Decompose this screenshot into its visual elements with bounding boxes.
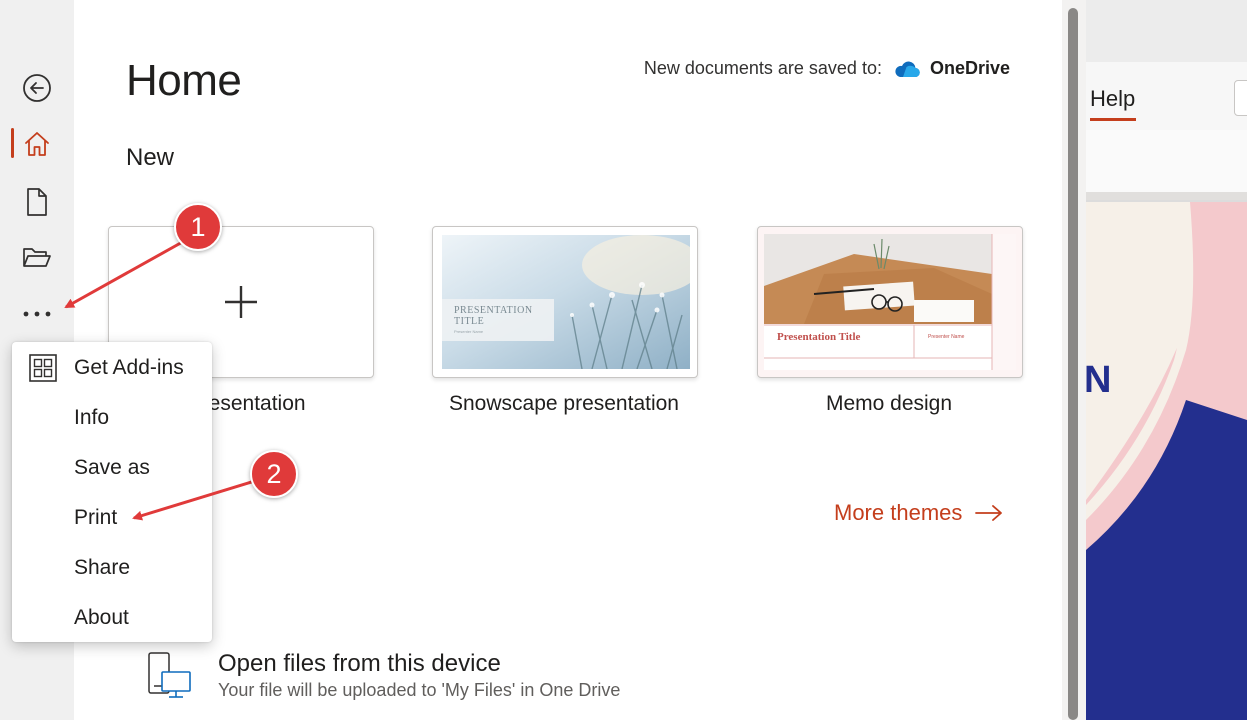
vertical-scrollbar[interactable] xyxy=(1062,0,1086,720)
plus-icon xyxy=(225,286,257,318)
more-themes-label: More themes xyxy=(834,500,963,525)
save-location-label: New documents are saved to: xyxy=(643,58,882,78)
more-themes-link[interactable]: More themes xyxy=(834,500,1004,526)
open-device-title: Open files from this device xyxy=(218,650,501,677)
home-button[interactable] xyxy=(14,124,60,164)
snowscape-thumb-title: PRESENTATION TITLE xyxy=(454,305,533,327)
menu-item-about[interactable]: About xyxy=(12,595,212,641)
annotation-marker-2: 2 xyxy=(250,450,298,498)
new-document-icon xyxy=(27,188,47,216)
memo-template-label[interactable]: Memo design xyxy=(739,392,1039,416)
device-upload-icon xyxy=(148,652,191,698)
background-app-window: Help N xyxy=(1086,0,1247,720)
save-location-service[interactable]: OneDrive xyxy=(930,58,1010,79)
svg-text:N: N xyxy=(1086,359,1111,401)
home-icon xyxy=(25,132,49,156)
new-button[interactable] xyxy=(14,182,60,222)
back-arrow-icon xyxy=(23,74,51,102)
menu-item-get-add-ins[interactable]: Get Add-ins xyxy=(12,345,212,391)
add-ins-grid-icon xyxy=(29,354,57,382)
menu-item-info[interactable]: Info xyxy=(12,395,212,441)
menu-item-label: Share xyxy=(74,556,131,579)
background-ribbon xyxy=(1086,130,1247,193)
background-titlebar xyxy=(1086,0,1247,62)
home-panel: Home New documents are saved to: OneDriv… xyxy=(74,0,1062,720)
folder-open-icon xyxy=(23,248,51,267)
ribbon-search-box[interactable] xyxy=(1234,80,1247,116)
onedrive-cloud-icon xyxy=(895,61,920,77)
menu-item-label: Save as xyxy=(74,456,150,479)
snowscape-thumb-subtitle: Presenter Name xyxy=(454,329,484,334)
memo-thumb-title: Presentation Title xyxy=(777,331,861,343)
annotation-marker-1: 1 xyxy=(174,203,222,251)
scroll-thumb[interactable] xyxy=(1068,8,1078,720)
menu-item-share[interactable]: Share xyxy=(12,545,212,591)
memo-thumbnail xyxy=(764,234,1016,370)
help-tab-underline xyxy=(1090,118,1136,121)
background-ribbon-tabs: Help xyxy=(1086,62,1247,130)
menu-item-label: Info xyxy=(74,406,110,429)
open-from-device[interactable]: Open files from this device Your file wi… xyxy=(146,650,620,701)
open-device-subtitle: Your file will be uploaded to 'My Files'… xyxy=(218,680,621,700)
help-tab[interactable]: Help xyxy=(1090,86,1135,112)
back-button[interactable] xyxy=(14,68,60,108)
menu-item-label: Print xyxy=(74,506,118,529)
slide-preview: N xyxy=(1086,200,1247,720)
memo-thumb-subtitle: Presenter Name xyxy=(928,334,965,340)
new-section-title: New xyxy=(126,144,175,171)
ellipsis-icon xyxy=(23,311,51,317)
save-location: New documents are saved to: OneDrive xyxy=(644,58,1010,79)
menu-item-label: Get Add-ins xyxy=(74,356,184,379)
snowscape-template-tile[interactable]: PRESENTATION TITLE Presenter Name xyxy=(432,226,698,378)
menu-item-label: About xyxy=(74,606,129,629)
memo-template-tile[interactable]: Presentation Title Presenter Name xyxy=(757,226,1023,378)
snowscape-template-label[interactable]: Snowscape presentation xyxy=(414,392,714,416)
open-button[interactable] xyxy=(14,238,60,278)
arrow-right-icon xyxy=(975,505,1003,521)
menu-item-save-as[interactable]: Save as xyxy=(12,445,212,491)
menu-item-print[interactable]: Print xyxy=(12,495,212,541)
snowscape-thumbnail xyxy=(442,235,690,369)
page-title: Home xyxy=(126,56,242,105)
more-options-menu: Get Add-ins Info Save as Print Share Abo… xyxy=(12,342,212,642)
more-button[interactable] xyxy=(14,294,60,334)
blank-template-label[interactable]: presentation xyxy=(190,392,370,416)
